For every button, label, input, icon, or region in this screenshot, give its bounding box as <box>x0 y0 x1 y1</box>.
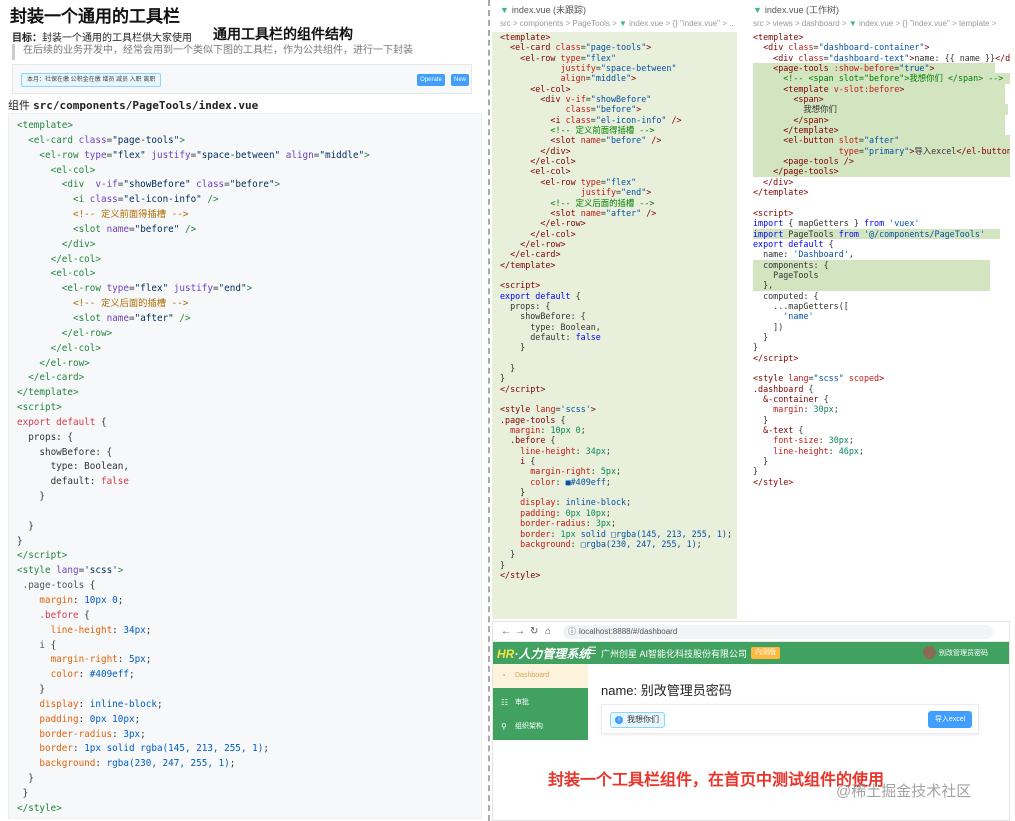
logo-hr: HR <box>497 647 515 661</box>
dashboard-text: name: 别改管理员密码 <box>601 683 732 698</box>
sidebar-item-label: 组织架构 <box>515 723 543 730</box>
before-text: 我想你们 <box>627 715 659 724</box>
caption: 封装一个工具栏组件，在首页中测试组件的使用 <box>548 772 885 789</box>
beta-badge: 内测版 <box>751 647 780 659</box>
watermark: @稀土掘金技术社区 <box>836 783 972 800</box>
sidebar-item-label: Dashboard <box>515 672 550 679</box>
breadcrumb-path: src > views > dashboard > <box>753 19 849 28</box>
logo-text: ·人力管理系统 <box>514 647 591 661</box>
forward-icon[interactable]: → <box>515 626 525 637</box>
back-icon[interactable]: ← <box>501 626 511 637</box>
code-editor[interactable]: <template> <el-card class="page-tools"> … <box>492 32 737 619</box>
toolbar-preview-button: New <box>451 74 469 86</box>
logo[interactable]: HR·人力管理系统 <box>497 645 590 662</box>
avatar[interactable] <box>923 646 936 659</box>
toolbar-preview-image: 本月：社保在缴 公积金在缴 增员 减员 入职 离职 Operate New <box>12 64 472 94</box>
url-input[interactable]: ⓘ localhost:8888/#/dashboard <box>563 625 993 639</box>
sidebar-item-org[interactable]: ⚲ 组织架构 <box>493 715 588 739</box>
sidebar-item-label: 审批 <box>515 699 529 706</box>
app-header: HR·人力管理系统 ☰ 广州创星 AI智能化科技股份有限公司 内测版 别改管理员… <box>493 642 1009 664</box>
vue-file-icon: ▼ <box>848 19 859 28</box>
vue-file-icon: ▼ <box>753 5 762 15</box>
goal-line: 目标：封装一个通用的工具栏供大家使用 <box>12 29 192 44</box>
goal-text: 封装一个通用的工具栏供大家使用 <box>42 33 192 44</box>
file-label: 组件 src/components/PageTools/index.vue <box>8 97 258 113</box>
reload-icon[interactable]: ↻ <box>530 626 538 637</box>
vue-file-icon: ▼ <box>500 5 509 15</box>
vue-file-icon: ▼ <box>618 19 630 28</box>
before-slot: i 我想你们 <box>610 712 665 728</box>
blockquote: 在后续的业务开发中，经常会用到一个类似下图的工具栏，作为公共组件，进行一下封装 <box>12 44 472 60</box>
editor-dashboard: ▼ index.vue (工作树) src > views > dashboard… <box>745 0 1010 505</box>
editor-tab-label: index.vue (工作树) <box>764 5 839 15</box>
home-icon[interactable]: ⌂ <box>545 626 551 637</box>
address-bar: ← → ↻ ⌂ ⓘ localhost:8888/#/dashboard <box>493 622 1009 642</box>
hamburger-icon[interactable]: ☰ <box>588 646 597 657</box>
toolbar-preview-button: Operate <box>417 74 445 86</box>
sidebar-item-dashboard[interactable]: ◔ Dashboard <box>493 664 588 688</box>
breadcrumb-tail: index.vue > {} "index.vue" > template > <box>858 19 997 28</box>
goal-label: 目标： <box>12 33 42 44</box>
page-title: 封装一个通用的工具栏 <box>10 7 180 26</box>
file-path: src/components/PageTools/index.vue <box>33 99 259 112</box>
editor-pagetools: ▼ index.vue (未跟踪) src > components > Page… <box>492 0 737 619</box>
panel-divider <box>488 0 490 821</box>
import-excel-button[interactable]: 导入excel <box>928 711 972 728</box>
list-icon: ☷ <box>501 698 509 707</box>
page-tools-card: i 我想你们 导入excel <box>601 704 979 734</box>
editor-tab-label: index.vue (未跟踪) <box>511 5 586 15</box>
org-icon: ⚲ <box>501 722 507 731</box>
breadcrumb-tail: index.vue > {} "index.vue" > ... <box>629 19 736 28</box>
info-icon: ⓘ <box>568 627 576 636</box>
document-panel: 封装一个通用的工具栏 目标：封装一个通用的工具栏供大家使用 通用工具栏的组件结构… <box>0 0 488 821</box>
company-name: 广州创星 AI智能化科技股份有限公司 <box>601 649 748 659</box>
editor-tab[interactable]: ▼ index.vue (未跟踪) <box>500 3 586 16</box>
code-editor[interactable]: <template> <div class="dashboard-contain… <box>745 32 1010 505</box>
editor-tab[interactable]: ▼ index.vue (工作树) <box>753 3 839 16</box>
url-text: localhost:8888/#/dashboard <box>579 627 678 636</box>
code-block: <template> <el-card class="page-tools"> … <box>8 113 482 819</box>
file-label-prefix: 组件 <box>8 100 30 112</box>
sidebar: ◔ Dashboard ☷ 审批 ⚲ 组织架构 <box>493 664 588 740</box>
info-icon: i <box>615 716 623 724</box>
sidebar-item-approval[interactable]: ☷ 审批 <box>493 691 588 715</box>
dashboard-icon: ◔ <box>501 671 506 680</box>
toolbar-preview-info: 本月：社保在缴 公积金在缴 增员 减员 入职 离职 <box>21 73 162 87</box>
user-menu[interactable]: 别改管理员密码 <box>939 648 988 658</box>
structure-title: 通用工具栏的组件结构 <box>213 26 353 42</box>
breadcrumb-path: src > components > PageTools > <box>500 19 619 28</box>
breadcrumb: src > components > PageTools > ▼ index.v… <box>500 19 736 28</box>
breadcrumb: src > views > dashboard > ▼ index.vue > … <box>753 19 997 28</box>
